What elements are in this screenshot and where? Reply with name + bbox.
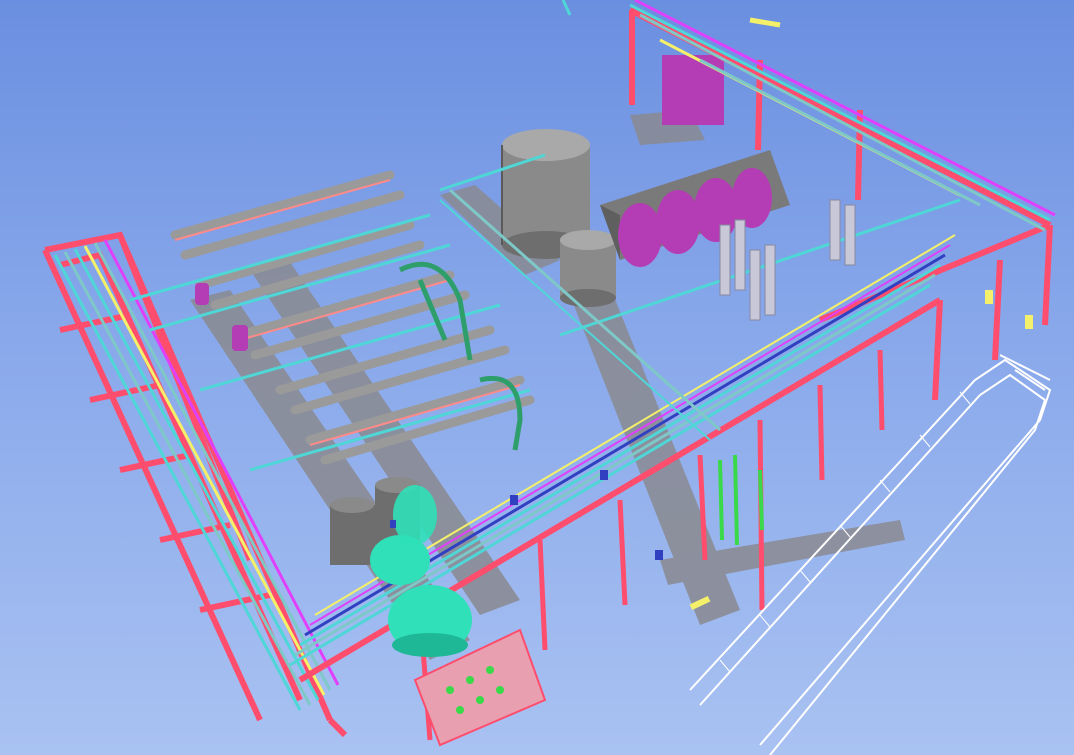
vertical-column-cluster [718, 199, 856, 546]
3d-model-viewport[interactable] [0, 0, 1074, 755]
plant-model-render[interactable] [0, 0, 1074, 755]
